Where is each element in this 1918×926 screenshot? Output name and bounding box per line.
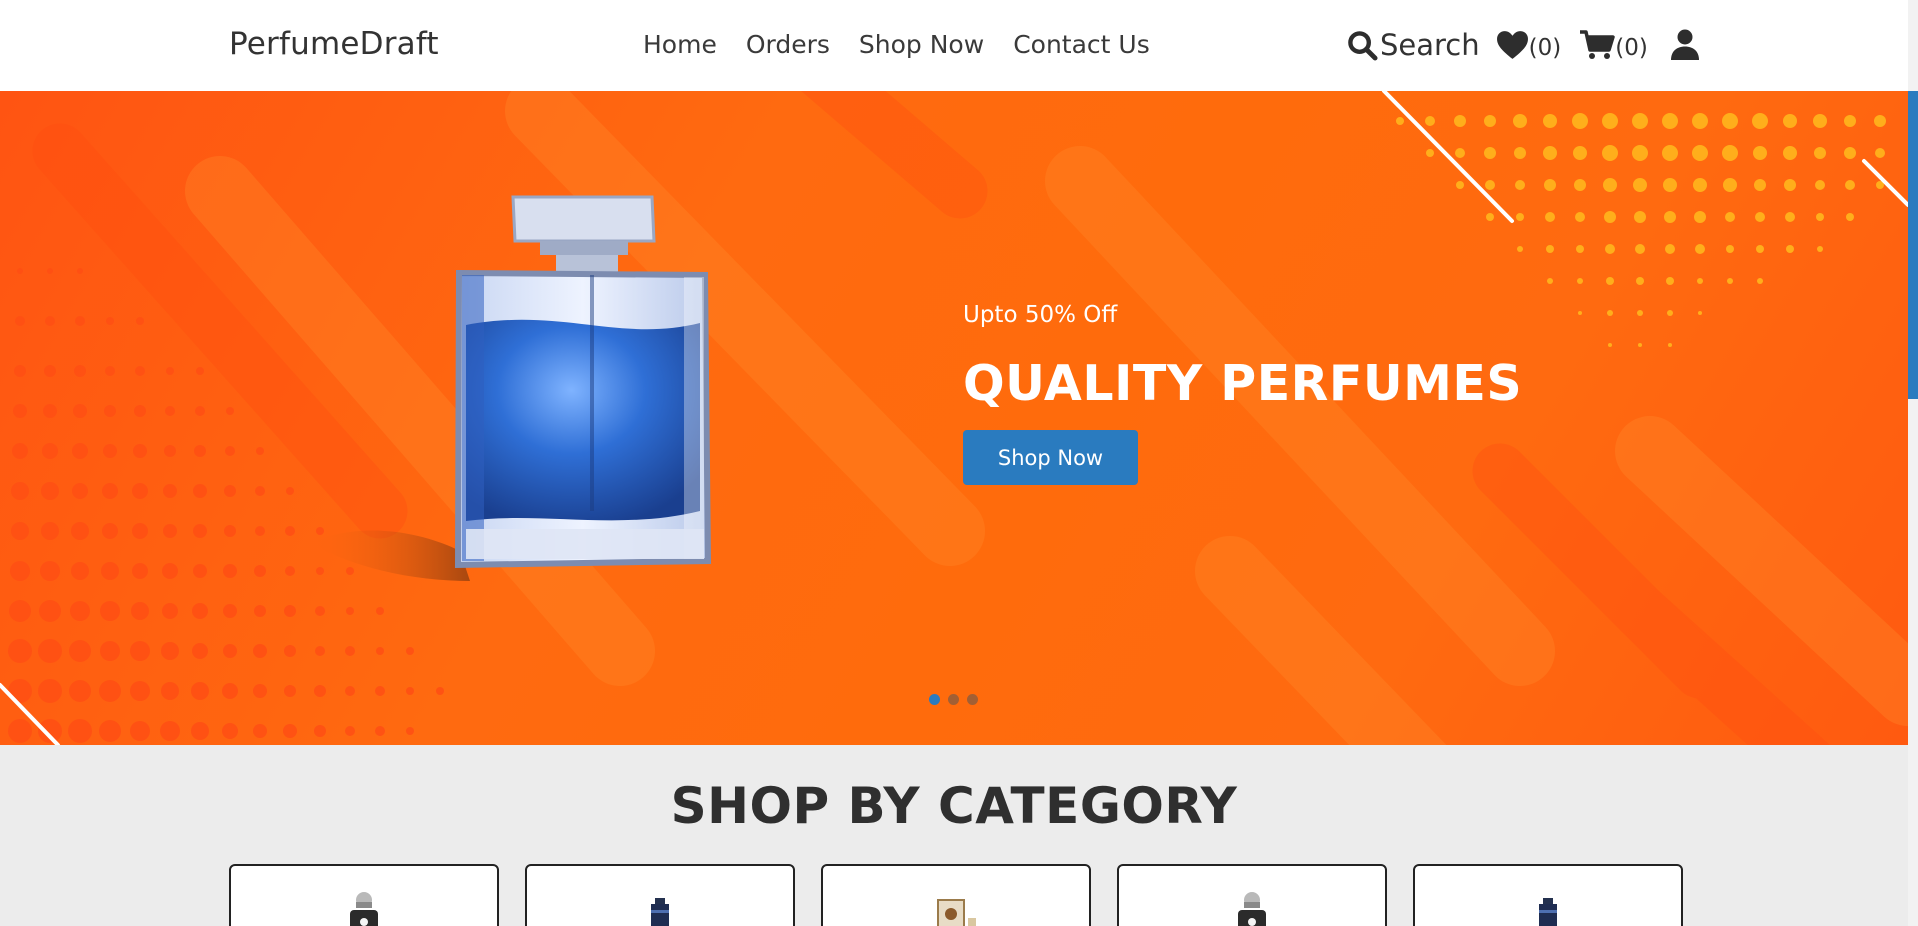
silver-cap-perfume-thumbnail (350, 892, 378, 926)
user-icon (1670, 29, 1699, 60)
category-card[interactable] (525, 864, 795, 926)
hero-shop-now-button[interactable]: Shop Now (963, 430, 1138, 485)
carousel-dot-2[interactable] (948, 694, 959, 705)
nav-link-shop-now[interactable]: Shop Now (859, 30, 984, 59)
category-card[interactable] (229, 864, 499, 926)
cart-count: (0) (1615, 35, 1648, 61)
nav-link-orders[interactable]: Orders (746, 30, 830, 59)
nav-link-contact-us[interactable]: Contact Us (1013, 30, 1150, 59)
category-section: SHOP BY CATEGORY (0, 745, 1908, 926)
category-list (229, 864, 1683, 926)
gold-box-perfume-thumbnail (937, 899, 976, 926)
search-label: Search (1380, 28, 1480, 62)
category-card[interactable] (1117, 864, 1387, 926)
carousel-dot-3[interactable] (967, 694, 978, 705)
main-nav: Home Orders Shop Now Contact Us (643, 30, 1179, 59)
hero-background-pattern (0, 91, 1908, 745)
category-card[interactable] (1413, 864, 1683, 926)
category-card[interactable] (821, 864, 1091, 926)
wishlist-button[interactable]: (0) (1496, 29, 1562, 61)
cart-icon (1580, 30, 1615, 59)
hero-banner: Upto 50% Off QUALITY PERFUMES Shop Now (0, 91, 1908, 745)
account-button[interactable] (1670, 29, 1700, 61)
navy-bottle-perfume-thumbnail (1539, 898, 1557, 926)
hero-title: QUALITY PERFUMES (963, 355, 1523, 412)
search-button[interactable]: Search (1347, 28, 1480, 62)
brand-logo[interactable]: PerfumeDraft (229, 26, 439, 62)
wishlist-count: (0) (1528, 35, 1562, 61)
cart-button[interactable]: (0) (1579, 29, 1648, 61)
navbar: PerfumeDraft Home Orders Shop Now Contac… (0, 0, 1908, 91)
nav-actions: Search (0) (0) (1347, 24, 1700, 66)
page: PerfumeDraft Home Orders Shop Now Contac… (0, 0, 1918, 926)
navy-bottle-perfume-thumbnail (651, 898, 669, 926)
carousel-indicators (929, 694, 978, 705)
carousel-dot-1[interactable] (929, 694, 940, 705)
category-heading: SHOP BY CATEGORY (670, 777, 1238, 835)
silver-cap-perfume-thumbnail (1238, 892, 1266, 926)
search-icon (1348, 30, 1378, 61)
hero-subtitle: Upto 50% Off (963, 302, 1118, 328)
nav-link-home[interactable]: Home (643, 30, 717, 59)
scrollbar-thumb[interactable] (1908, 91, 1918, 399)
heart-icon (1496, 31, 1528, 59)
